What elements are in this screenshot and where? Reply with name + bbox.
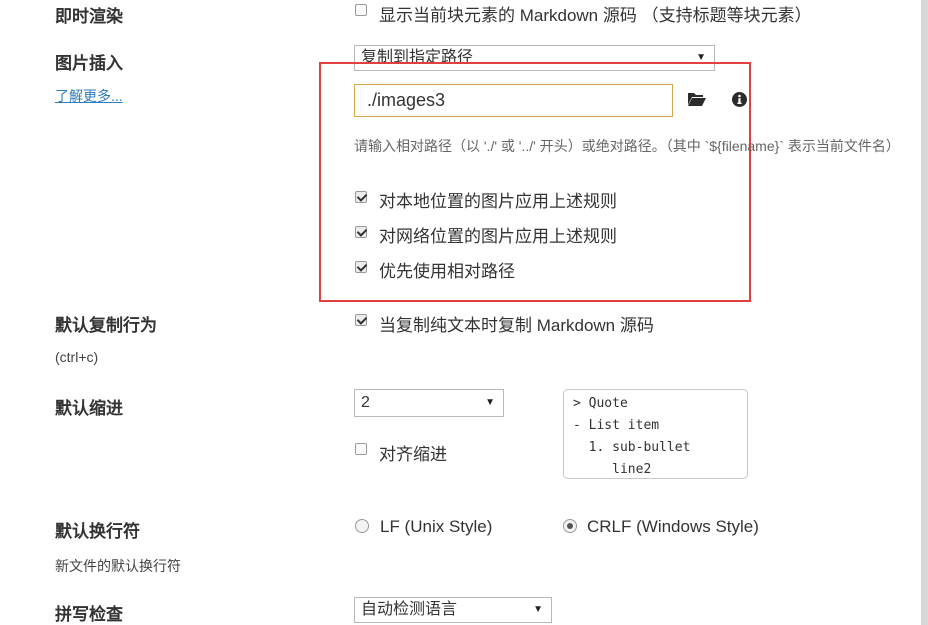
indent-dropdown[interactable]: 2 ▼	[354, 389, 504, 417]
dropdown-arrow-icon: ▼	[533, 604, 543, 615]
image-insert-label: 图片插入	[55, 54, 123, 73]
line-ending-description: 新文件的默认换行符	[55, 558, 181, 574]
copy-markdown-source-checkbox[interactable]	[355, 314, 367, 326]
preview-line: - List item	[573, 418, 660, 433]
learn-more-link[interactable]: 了解更多...	[55, 86, 123, 106]
vertical-scrollbar[interactable]	[921, 0, 928, 625]
prefer-relative-path-checkbox[interactable]	[355, 261, 367, 273]
lf-radio[interactable]	[355, 519, 369, 533]
show-block-source-checkbox[interactable]	[355, 4, 367, 16]
prefer-relative-path-label: 优先使用相对路径	[379, 262, 515, 281]
show-block-source-label: 显示当前块元素的 Markdown 源码 （支持标题等块元素）	[379, 6, 812, 25]
apply-local-images-label: 对本地位置的图片应用上述规则	[379, 192, 617, 211]
apply-network-images-checkbox[interactable]	[355, 226, 367, 238]
info-icon[interactable]	[732, 92, 747, 112]
copy-behavior-shortcut: (ctrl+c)	[55, 349, 99, 365]
preview-line: > Quote	[573, 396, 628, 411]
crlf-radio[interactable]	[563, 519, 577, 533]
preview-line: line2	[573, 462, 652, 477]
indent-preview: > Quote - List item 1. sub-bullet line2	[563, 389, 748, 479]
lf-label: LF (Unix Style)	[380, 517, 493, 536]
spellcheck-label: 拼写检查	[55, 605, 123, 624]
indent-label: 默认缩进	[55, 399, 123, 418]
apply-network-images-label: 对网络位置的图片应用上述规则	[379, 227, 617, 246]
align-indent-label: 对齐缩进	[379, 445, 447, 464]
spellcheck-language-dropdown[interactable]: 自动检测语言 ▼	[354, 597, 552, 623]
preview-line: 1. sub-bullet	[573, 440, 691, 455]
indent-dropdown-value: 2	[361, 394, 370, 411]
spellcheck-dropdown-value: 自动检测语言	[361, 601, 458, 618]
instant-render-label: 即时渲染	[55, 7, 123, 26]
copy-behavior-label: 默认复制行为	[55, 316, 157, 335]
folder-open-icon[interactable]	[687, 91, 707, 112]
line-ending-label: 默认换行符	[55, 522, 140, 541]
dropdown-arrow-icon: ▼	[485, 397, 495, 408]
align-indent-checkbox[interactable]	[355, 443, 367, 455]
path-hint-text: 请输入相对路径（以 './' 或 '../' 开头）或绝对路径。（其中 `${f…	[354, 138, 900, 154]
crlf-label: CRLF (Windows Style)	[587, 517, 759, 536]
image-path-input[interactable]: ./images3	[354, 84, 673, 117]
apply-local-images-checkbox[interactable]	[355, 191, 367, 203]
copy-markdown-source-label: 当复制纯文本时复制 Markdown 源码	[379, 316, 654, 335]
